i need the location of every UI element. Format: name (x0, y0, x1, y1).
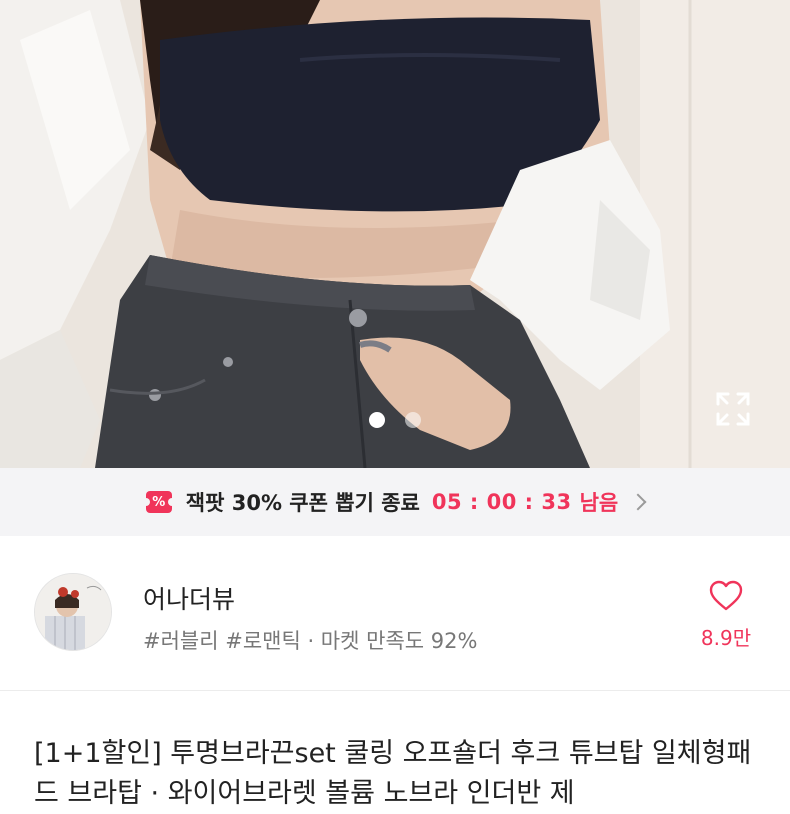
expand-icon[interactable] (712, 388, 754, 430)
carousel-indicator (369, 412, 421, 428)
like-button[interactable]: 8.9만 (690, 580, 762, 651)
heart-icon (709, 580, 743, 611)
product-photo-illustration (0, 0, 790, 468)
product-image[interactable] (0, 0, 790, 468)
coupon-text: 잭팟 30% 쿠폰 뽑기 종료 (185, 491, 420, 515)
coupon-icon-label: % (152, 494, 166, 510)
carousel-dot[interactable] (405, 412, 421, 428)
like-count: 8.9만 (700, 626, 752, 650)
coupon-timer: 05 : 00 : 33 (431, 490, 572, 514)
shop-tags: #러블리 #로맨틱 · 마켓 만족도 92% (143, 629, 478, 653)
product-title: [1+1할인] 투명브라끈set 쿨링 오프숄더 후크 튜브탑 일체형패드 브라… (34, 738, 752, 809)
shop-avatar[interactable] (34, 573, 112, 651)
coupon-icon: % (141, 491, 176, 513)
chevron-right-icon (629, 493, 647, 511)
coupon-remain-label: 남음 (579, 491, 619, 515)
shop-info: 어나더뷰 #러블리 #로맨틱 · 마켓 만족도 92% 8.9만 (0, 536, 790, 691)
shop-name[interactable]: 어나더뷰 (143, 580, 235, 616)
carousel-dot-active[interactable] (369, 412, 385, 428)
coupon-banner[interactable]: % 잭팟 30% 쿠폰 뽑기 종료 05 : 00 : 33 남음 (0, 468, 790, 536)
